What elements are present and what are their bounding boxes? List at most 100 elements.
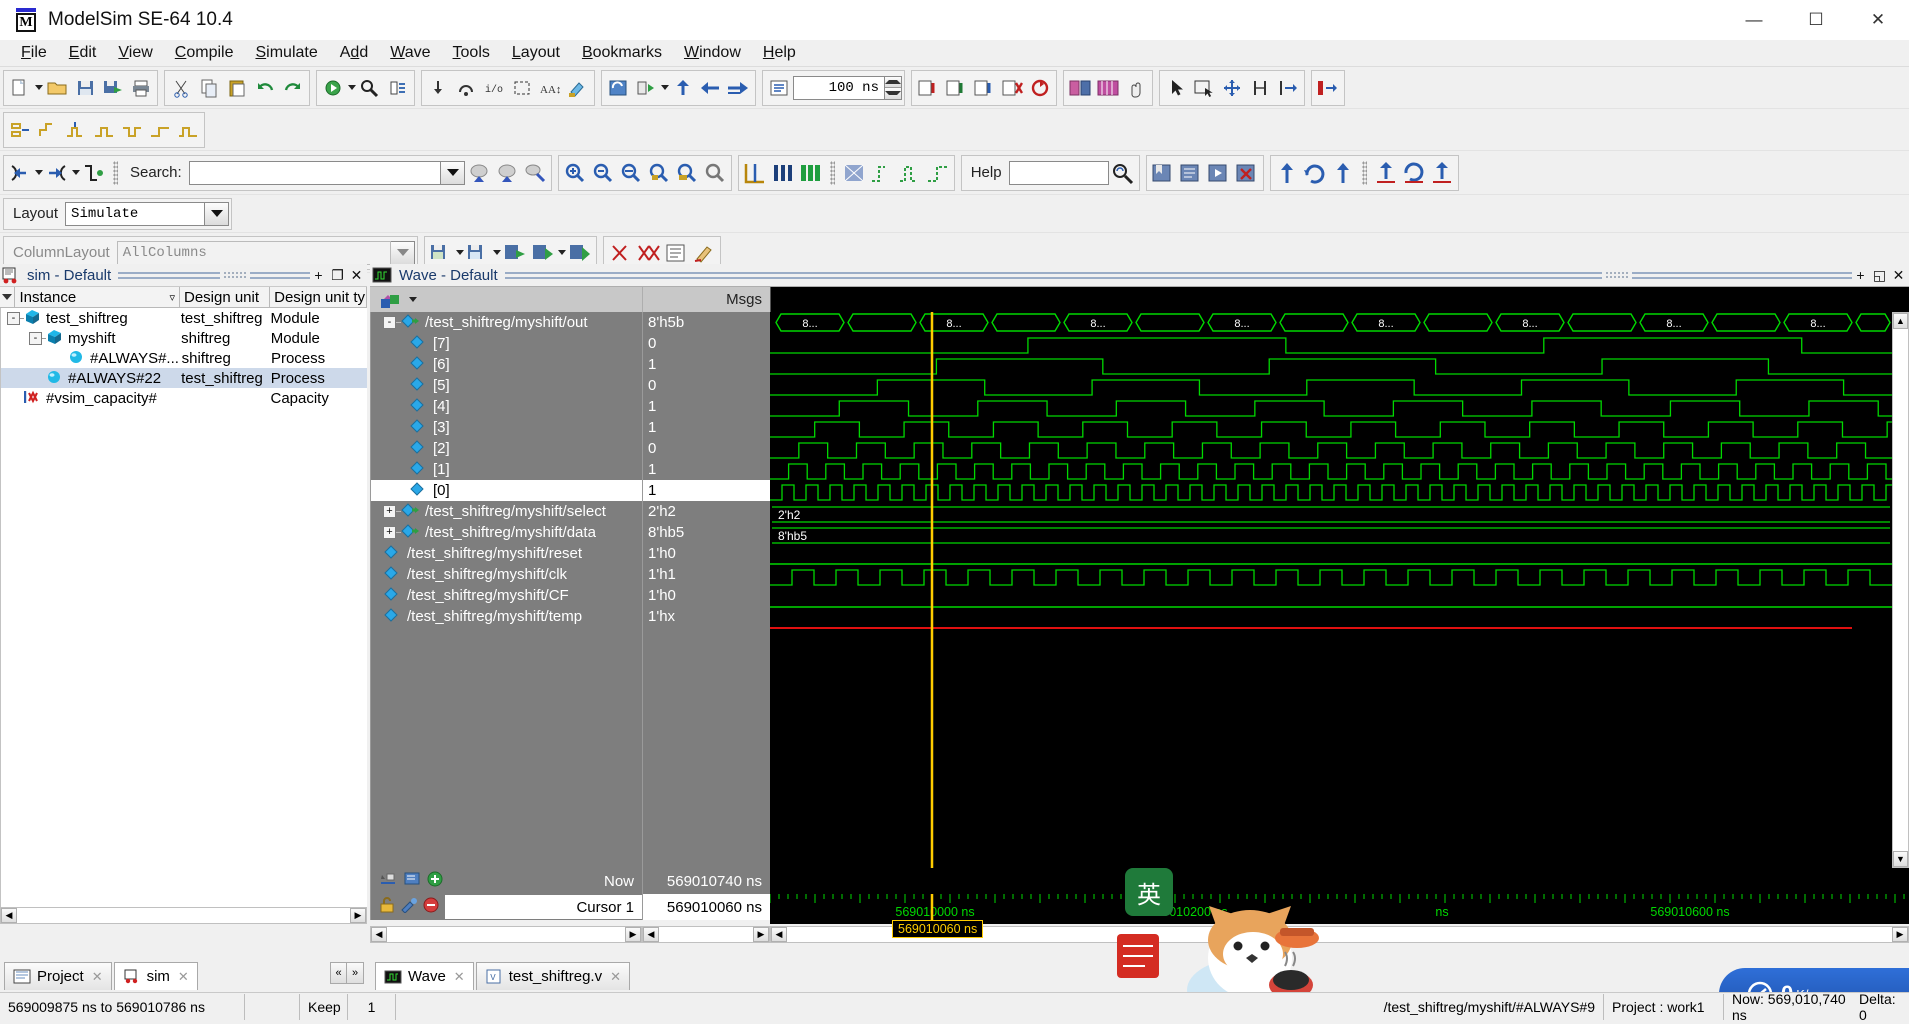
run-length-input[interactable]: 100 ns [793, 76, 885, 100]
menu-item-compile[interactable]: Compile [164, 42, 245, 64]
sim-hscroll-right-icon[interactable]: ▶ [350, 908, 366, 923]
undo-icon[interactable] [251, 73, 279, 103]
wave-signal-row[interactable]: /test_shiftreg/myshift/reset [371, 543, 642, 564]
wave-edit-clear-icon[interactable] [174, 115, 202, 145]
zoom-cursor-icon[interactable] [645, 158, 673, 188]
sim-tree-hscrollbar[interactable]: ◀ ▶ [0, 907, 367, 924]
select-region-icon[interactable] [508, 73, 536, 103]
step-over-icon[interactable] [452, 73, 480, 103]
tab-close-icon[interactable]: ✕ [454, 969, 465, 985]
wave-vscroll-down-icon[interactable]: ▼ [1893, 851, 1908, 867]
layout-combo-button[interactable] [205, 202, 229, 226]
wave-vscroll-up-icon[interactable]: ▲ [1893, 313, 1908, 329]
document-tab-test-shiftreg-v[interactable]: Vtest_shiftreg.v✕ [476, 962, 630, 990]
wave-expander-expand-icon[interactable]: + [383, 526, 396, 539]
wave-edit-stretch-icon[interactable] [90, 115, 118, 145]
wave-cursor-label[interactable]: Cursor 1 [445, 895, 642, 919]
wave-rise-icon[interactable] [924, 158, 952, 188]
cut-icon[interactable] [167, 73, 195, 103]
wave-names-hscroll-right-icon[interactable]: ▶ [625, 927, 641, 942]
new-file-dropdown-icon[interactable] [35, 85, 43, 90]
run-dropdown-icon[interactable] [661, 85, 669, 90]
sim-tree-row[interactable]: -test_shiftregtest_shiftregModule [1, 308, 367, 328]
menu-item-bookmarks[interactable]: Bookmarks [571, 42, 673, 64]
sim-panel-close-button[interactable]: ✕ [348, 267, 365, 284]
sim-tree-expander-collapse-icon[interactable]: - [7, 312, 20, 325]
column-layout-combo-value[interactable]: AllColumns [117, 241, 391, 265]
workspace-tab-sim[interactable]: sim✕ [114, 962, 198, 990]
sim-tree-col-design-unit-type[interactable]: Design unit ty [270, 287, 367, 307]
wave-names-hscrollbar[interactable]: ◀ ▶ [370, 926, 642, 943]
run-icon[interactable] [632, 73, 660, 103]
wave-panel-undock-button[interactable]: ◱ [1871, 267, 1888, 284]
run-length-icon[interactable] [765, 73, 793, 103]
wave-names-hscroll-left-icon[interactable]: ◀ [371, 927, 387, 942]
sim-tree-row[interactable]: -myshiftshiftregModule [1, 328, 367, 348]
wave-signal-row[interactable]: [2] [371, 438, 642, 459]
next-transition-icon[interactable] [43, 158, 71, 188]
tab-close-icon[interactable]: ✕ [92, 969, 103, 985]
prev-transition-icon[interactable] [6, 158, 34, 188]
wave-bars-icon[interactable] [769, 158, 797, 188]
wave-signal-row[interactable]: [4] [371, 396, 642, 417]
zoom-in-icon[interactable] [561, 158, 589, 188]
wave-signal-row[interactable]: /test_shiftreg/myshift/temp [371, 606, 642, 627]
search-prev-icon[interactable] [465, 158, 493, 188]
search-next-icon[interactable] [493, 158, 521, 188]
sim-panel-undock-button[interactable]: ❐ [329, 267, 346, 284]
column-properties-icon[interactable] [662, 238, 690, 268]
sim-panel-dock-button[interactable]: + [310, 267, 327, 284]
ws-tab-scroll-left-icon[interactable]: « [330, 962, 347, 984]
wave-signal-row[interactable]: [6] [371, 354, 642, 375]
lock-cursor-icon[interactable] [379, 897, 395, 917]
wave-signal-row[interactable]: /test_shiftreg/myshift/clk [371, 564, 642, 585]
zoom-select-icon[interactable] [1190, 73, 1218, 103]
menu-item-add[interactable]: Add [329, 42, 379, 64]
wave-signal-row[interactable]: [3] [371, 417, 642, 438]
search-options-icon[interactable] [521, 158, 549, 188]
save-icon[interactable] [71, 73, 99, 103]
sim-tree-row[interactable]: #ALWAYS#22test_shiftregProcess [1, 368, 367, 388]
configure-cursor-icon[interactable] [400, 897, 418, 917]
help-input[interactable] [1009, 161, 1109, 185]
reload-icon[interactable] [1026, 73, 1054, 103]
sim-tree-row[interactable]: #ALWAYS#...shiftregProcess [1, 348, 367, 368]
minimize-button[interactable]: — [1723, 0, 1785, 40]
run-length-spinner[interactable] [885, 76, 902, 100]
sim-tree-row[interactable]: #vsim_capacity#Capacity [1, 388, 367, 408]
menu-item-help[interactable]: Help [752, 42, 807, 64]
save-column-layout-dropdown-icon[interactable] [456, 250, 464, 255]
tab-close-icon[interactable]: ✕ [610, 969, 621, 985]
sim-tree-filter-icon[interactable] [0, 287, 15, 307]
pan-hand-icon[interactable] [1122, 73, 1150, 103]
edit-grid-icon[interactable] [1274, 73, 1302, 103]
new-file-icon[interactable] [6, 73, 34, 103]
wave-edit-invert-icon[interactable] [118, 115, 146, 145]
cut-all-columns-icon[interactable] [634, 238, 662, 268]
menu-item-tools[interactable]: Tools [442, 42, 501, 64]
dataflow-icon[interactable] [1066, 73, 1094, 103]
wave-cursor-value[interactable]: 569010060 ns [642, 894, 770, 920]
wave-expander-collapse-icon[interactable]: - [383, 316, 396, 329]
open-icon[interactable] [43, 73, 71, 103]
step-out-icon[interactable]: i/o [480, 73, 508, 103]
zoom-last-icon[interactable] [701, 158, 729, 188]
step-into-icon[interactable] [424, 73, 452, 103]
wave-values-hscroll-right-icon[interactable]: ▶ [753, 927, 769, 942]
menu-item-file[interactable]: File [10, 42, 58, 64]
wave-signal-row[interactable]: [7] [371, 333, 642, 354]
paste-icon[interactable] [223, 73, 251, 103]
wave-canvas-hscroll-left-icon[interactable]: ◀ [771, 927, 787, 942]
step-back-icon[interactable] [697, 73, 725, 103]
wave-signal-row[interactable]: -/test_shiftreg/myshift/out [371, 312, 642, 333]
cursor-prev-icon[interactable] [1273, 158, 1301, 188]
wave-signal-row[interactable]: [5] [371, 375, 642, 396]
move-cursor-icon[interactable] [1218, 73, 1246, 103]
wave-step-icon[interactable] [868, 158, 896, 188]
find-icon[interactable] [356, 73, 384, 103]
menu-item-window[interactable]: Window [673, 42, 752, 64]
zoom-full-icon[interactable] [617, 158, 645, 188]
wave-vscrollbar[interactable]: ▲ ▼ [1892, 312, 1909, 868]
save-all-icon[interactable] [99, 73, 127, 103]
zoom-out-icon[interactable] [589, 158, 617, 188]
